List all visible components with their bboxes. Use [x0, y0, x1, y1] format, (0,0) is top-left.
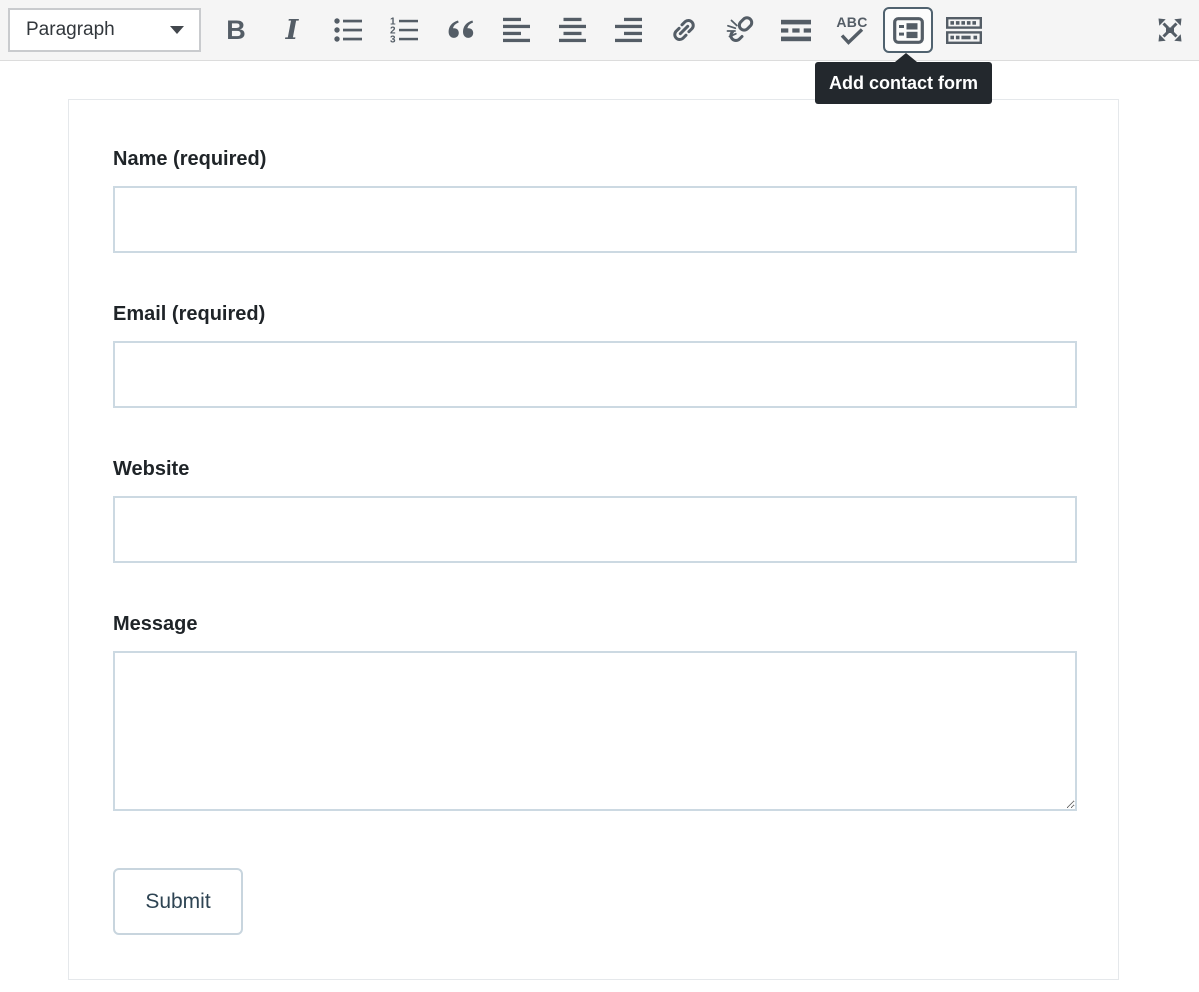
align-left-button[interactable]: [488, 4, 544, 56]
website-field-label: Website: [113, 458, 1077, 481]
message-field-label: Message: [113, 613, 1077, 636]
unlink-icon: [726, 16, 754, 44]
bulleted-list-icon: [334, 16, 363, 44]
keyboard-icon: [946, 17, 982, 44]
remove-link-button[interactable]: [712, 4, 768, 56]
align-left-icon: [503, 17, 530, 43]
link-icon: [670, 16, 698, 44]
numbered-list-icon: 1 2 3: [389, 16, 419, 44]
toolbar-button-row: B I 1 2 3: [208, 0, 992, 60]
bulleted-list-button[interactable]: [320, 4, 376, 56]
insert-link-button[interactable]: [656, 4, 712, 56]
blockquote-icon: [445, 18, 475, 42]
numbered-list-button[interactable]: 1 2 3: [376, 4, 432, 56]
website-field-group: Website: [113, 458, 1077, 563]
toolbar-toggle-button[interactable]: [936, 4, 992, 56]
message-field-group: Message: [113, 613, 1077, 811]
bold-icon: B: [226, 15, 246, 46]
svg-text:3: 3: [390, 35, 396, 44]
format-select-value: Paragraph: [26, 19, 115, 41]
editor-toolbar: Paragraph B I 1 2 3: [0, 0, 1199, 61]
name-input[interactable]: [113, 186, 1077, 253]
paragraph-format-select[interactable]: Paragraph: [8, 8, 201, 52]
align-right-button[interactable]: [600, 4, 656, 56]
italic-icon: I: [286, 15, 299, 46]
bold-button[interactable]: B: [208, 4, 264, 56]
website-input[interactable]: [113, 496, 1077, 563]
name-field-label: Name (required): [113, 148, 1077, 171]
align-center-icon: [559, 17, 586, 43]
email-field-label: Email (required): [113, 303, 1077, 326]
message-textarea[interactable]: [113, 651, 1077, 811]
submit-button[interactable]: Submit: [113, 868, 243, 935]
contact-form-preview: Name (required) Email (required) Website…: [68, 99, 1119, 980]
spellcheck-button[interactable]: ABC: [824, 4, 880, 56]
align-center-button[interactable]: [544, 4, 600, 56]
align-right-icon: [615, 17, 642, 43]
blockquote-button[interactable]: [432, 4, 488, 56]
name-field-group: Name (required): [113, 148, 1077, 253]
contact-form-icon: [893, 17, 924, 44]
add-contact-form-button[interactable]: [883, 7, 933, 53]
chevron-down-icon: [170, 26, 184, 34]
add-contact-form-tooltip: Add contact form: [815, 62, 992, 104]
fullscreen-icon: [1154, 14, 1186, 46]
spellcheck-icon: ABC: [836, 15, 867, 45]
read-more-icon: [781, 19, 811, 42]
italic-button[interactable]: I: [264, 4, 320, 56]
read-more-button[interactable]: [768, 4, 824, 56]
email-input[interactable]: [113, 341, 1077, 408]
fullscreen-button[interactable]: [1142, 0, 1198, 60]
email-field-group: Email (required): [113, 303, 1077, 408]
